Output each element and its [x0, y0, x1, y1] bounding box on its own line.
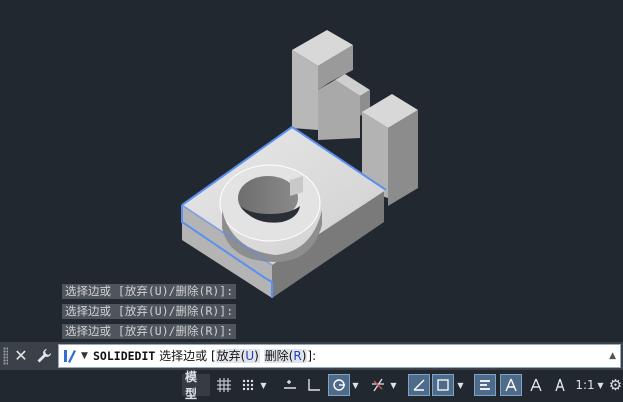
osnap-track-dropdown-icon[interactable]: ▼: [389, 374, 398, 396]
ucs-icon[interactable]: [432, 374, 454, 396]
command-name: SOLIDEDIT: [93, 349, 156, 363]
osnap-track-icon[interactable]: [368, 374, 388, 396]
model-tab[interactable]: 模型: [182, 370, 210, 401]
drag-grip[interactable]: [3, 347, 8, 365]
close-icon[interactable]: ✕: [10, 345, 32, 367]
command-prompt: SOLIDEDIT 选择边或 [放弃(U) 删除(R)]:: [93, 345, 316, 367]
grid-icon[interactable]: [214, 374, 234, 396]
ortho-icon[interactable]: [304, 374, 324, 396]
command-icon[interactable]: [63, 348, 77, 364]
chevron-down-icon[interactable]: ▼: [81, 345, 88, 367]
autoscale-icon[interactable]: [550, 374, 570, 396]
command-line-input[interactable]: ▼ SOLIDEDIT 选择边或 [放弃(U) 删除(R)]: ▲: [58, 344, 621, 368]
scale-dropdown-icon[interactable]: ▼: [596, 374, 605, 396]
history-line: 选择边或 [放弃(U)/删除(R)]:: [62, 304, 237, 319]
status-bar: 模型 ▼ ▼ ▼ ▼ 1:1 ▼ ⚙: [0, 370, 623, 401]
history-line: 选择边或 [放弃(U)/删除(R)]:: [62, 324, 237, 339]
annotation-scale[interactable]: 1:1: [574, 374, 596, 396]
option-undo[interactable]: 放弃(U): [215, 349, 260, 363]
infer-constraints-icon[interactable]: [280, 374, 300, 396]
lineweight-icon[interactable]: [474, 374, 496, 396]
prompt-text: 选择边或 [: [159, 349, 216, 363]
history-line: 选择边或 [放弃(U)/删除(R)]:: [62, 284, 237, 299]
base-plate[interactable]: [181, 125, 387, 298]
wrench-icon[interactable]: [33, 345, 55, 367]
polar-icon[interactable]: [328, 374, 350, 396]
option-remove[interactable]: 删除(R): [263, 349, 308, 363]
isodraft-icon[interactable]: [408, 374, 430, 396]
snap-dropdown-icon[interactable]: ▼: [259, 374, 268, 396]
annotation-icon[interactable]: [500, 374, 522, 396]
polar-dropdown-icon[interactable]: ▼: [351, 374, 360, 396]
ucs-dropdown-icon[interactable]: ▼: [456, 374, 465, 396]
gear-icon[interactable]: ⚙: [608, 374, 623, 396]
prompt-suffix: ]:: [307, 349, 317, 363]
scroll-up-icon[interactable]: ▲: [609, 345, 616, 367]
annotation-visibility-icon[interactable]: [526, 374, 546, 396]
snap-icon[interactable]: [238, 374, 258, 396]
command-bar: ✕ ▼ SOLIDEDIT 选择边或 [放弃(U) 删除(R)]: ▲: [0, 342, 623, 370]
